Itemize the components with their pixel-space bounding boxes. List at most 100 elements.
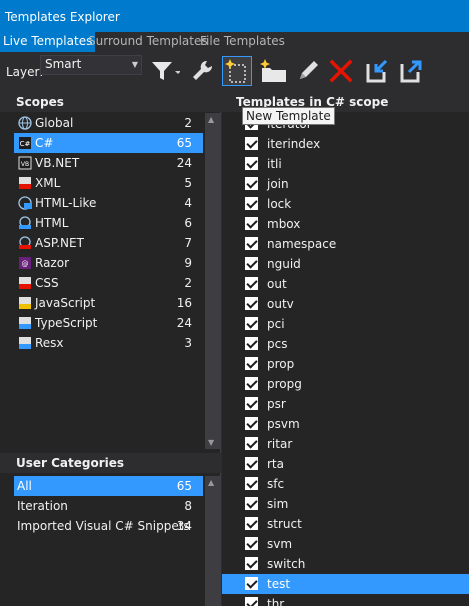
category-item-iteration[interactable]: Iteration 8 [14, 496, 203, 516]
template-enabled-checkbox[interactable] [245, 197, 258, 210]
scope-item-css[interactable]: CSS 2 [14, 273, 203, 293]
tab-file-templates[interactable]: File Templates [200, 32, 285, 52]
scope-item-aspnet[interactable]: ASP.NET 7 [14, 233, 203, 253]
layer-select[interactable]: Smart ▼ [40, 55, 142, 75]
template-enabled-checkbox[interactable] [245, 457, 258, 470]
scope-item-xml[interactable]: XML 5 [14, 173, 203, 193]
template-row[interactable]: prop [222, 354, 469, 374]
template-row[interactable]: sim [222, 494, 469, 514]
tab-surround-templates[interactable]: Surround Templates [88, 32, 208, 52]
template-row[interactable]: pcs [222, 334, 469, 354]
scroll-up-icon[interactable]: ▲ [208, 115, 214, 124]
scope-item-html-like[interactable]: HTML-Like 4 [14, 193, 203, 213]
tab-live-templates[interactable]: Live Templates [0, 32, 96, 52]
template-row[interactable]: itli [222, 154, 469, 174]
template-enabled-checkbox[interactable] [245, 137, 258, 150]
template-enabled-checkbox[interactable] [245, 557, 258, 570]
template-enabled-checkbox[interactable] [245, 177, 258, 190]
template-row[interactable]: svm [222, 534, 469, 554]
template-enabled-checkbox[interactable] [245, 217, 258, 230]
globe-icon [18, 116, 32, 130]
new-folder-icon [260, 59, 286, 82]
filter-button[interactable] [146, 56, 184, 86]
template-label: switch [267, 557, 306, 571]
scope-item-razor[interactable]: @ Razor 9 [14, 253, 203, 273]
scope-label: Razor [35, 256, 70, 270]
scope-item-csharp[interactable]: C# C# 65 [14, 133, 203, 153]
svg-text:C#: C# [20, 140, 31, 148]
template-enabled-checkbox[interactable] [245, 297, 258, 310]
template-enabled-checkbox[interactable] [245, 237, 258, 250]
scope-item-vbnet[interactable]: VB VB.NET 24 [14, 153, 203, 173]
scope-label: XML [35, 176, 61, 190]
new-folder-button[interactable] [258, 56, 288, 86]
scope-item-global[interactable]: Global 2 [14, 113, 203, 133]
svg-text:@: @ [22, 260, 29, 268]
scope-count: 7 [184, 236, 192, 250]
vbnet-icon: VB [18, 156, 32, 170]
template-enabled-checkbox[interactable] [245, 537, 258, 550]
template-row[interactable]: propg [222, 374, 469, 394]
template-row[interactable]: join [222, 174, 469, 194]
template-enabled-checkbox[interactable] [245, 157, 258, 170]
scope-label: HTML [35, 216, 69, 230]
scope-count: 24 [176, 316, 192, 330]
template-row[interactable]: rta [222, 454, 469, 474]
template-row[interactable]: namespace [222, 234, 469, 254]
template-row[interactable]: psr [222, 394, 469, 414]
template-enabled-checkbox[interactable] [245, 417, 258, 430]
template-enabled-checkbox[interactable] [245, 477, 258, 490]
scope-item-resx[interactable]: Resx 3 [14, 333, 203, 353]
template-row[interactable]: test [222, 574, 469, 594]
template-enabled-checkbox[interactable] [245, 257, 258, 270]
template-enabled-checkbox[interactable] [245, 577, 258, 590]
xml-icon [19, 177, 31, 189]
template-label: test [267, 577, 291, 591]
scroll-down-icon[interactable]: ▼ [208, 438, 214, 447]
template-enabled-checkbox[interactable] [245, 517, 258, 530]
template-enabled-checkbox[interactable] [245, 377, 258, 390]
scope-item-typescript[interactable]: TypeScript 24 [14, 313, 203, 333]
template-row[interactable]: thr [222, 594, 469, 606]
template-row[interactable]: lock [222, 194, 469, 214]
template-label: psvm [267, 417, 300, 431]
scope-label: TypeScript [35, 316, 98, 330]
scroll-up-icon[interactable]: ▲ [208, 478, 214, 487]
template-row[interactable]: nguid [222, 254, 469, 274]
categories-scrollbar[interactable]: ▲ [205, 476, 221, 606]
template-enabled-checkbox[interactable] [245, 337, 258, 350]
template-row[interactable]: pci [222, 314, 469, 334]
settings-button[interactable] [188, 56, 218, 86]
template-enabled-checkbox[interactable] [245, 497, 258, 510]
edit-button[interactable] [293, 56, 323, 86]
title-bar: Templates Explorer [0, 0, 469, 32]
template-enabled-checkbox[interactable] [245, 397, 258, 410]
category-item-imported-snippets[interactable]: Imported Visual C# Snippets 34 [14, 516, 203, 536]
template-row[interactable]: out [222, 274, 469, 294]
template-row[interactable]: outv [222, 294, 469, 314]
css-icon [19, 277, 31, 289]
new-template-button[interactable] [222, 56, 252, 86]
template-enabled-checkbox[interactable] [245, 317, 258, 330]
scopes-scrollbar[interactable]: ▲ ▼ [205, 113, 221, 449]
scope-item-javascript[interactable]: JavaScript 16 [14, 293, 203, 313]
scope-label: JavaScript [35, 296, 96, 310]
scope-item-html[interactable]: HTML 6 [14, 213, 203, 233]
template-enabled-checkbox[interactable] [245, 357, 258, 370]
template-row[interactable]: iterindex [222, 134, 469, 154]
scope-count: 6 [184, 216, 192, 230]
delete-button[interactable] [326, 56, 356, 86]
template-row[interactable]: ritar [222, 434, 469, 454]
template-row[interactable]: psvm [222, 414, 469, 434]
template-row[interactable]: sfc [222, 474, 469, 494]
template-row[interactable]: switch [222, 554, 469, 574]
template-enabled-checkbox[interactable] [245, 597, 258, 606]
template-row[interactable]: struct [222, 514, 469, 534]
template-enabled-checkbox[interactable] [245, 277, 258, 290]
export-button[interactable] [396, 56, 426, 86]
template-row[interactable]: mbox [222, 214, 469, 234]
html-icon [19, 216, 31, 229]
import-button[interactable] [362, 56, 392, 86]
category-item-all[interactable]: All 65 [14, 476, 203, 496]
template-enabled-checkbox[interactable] [245, 437, 258, 450]
